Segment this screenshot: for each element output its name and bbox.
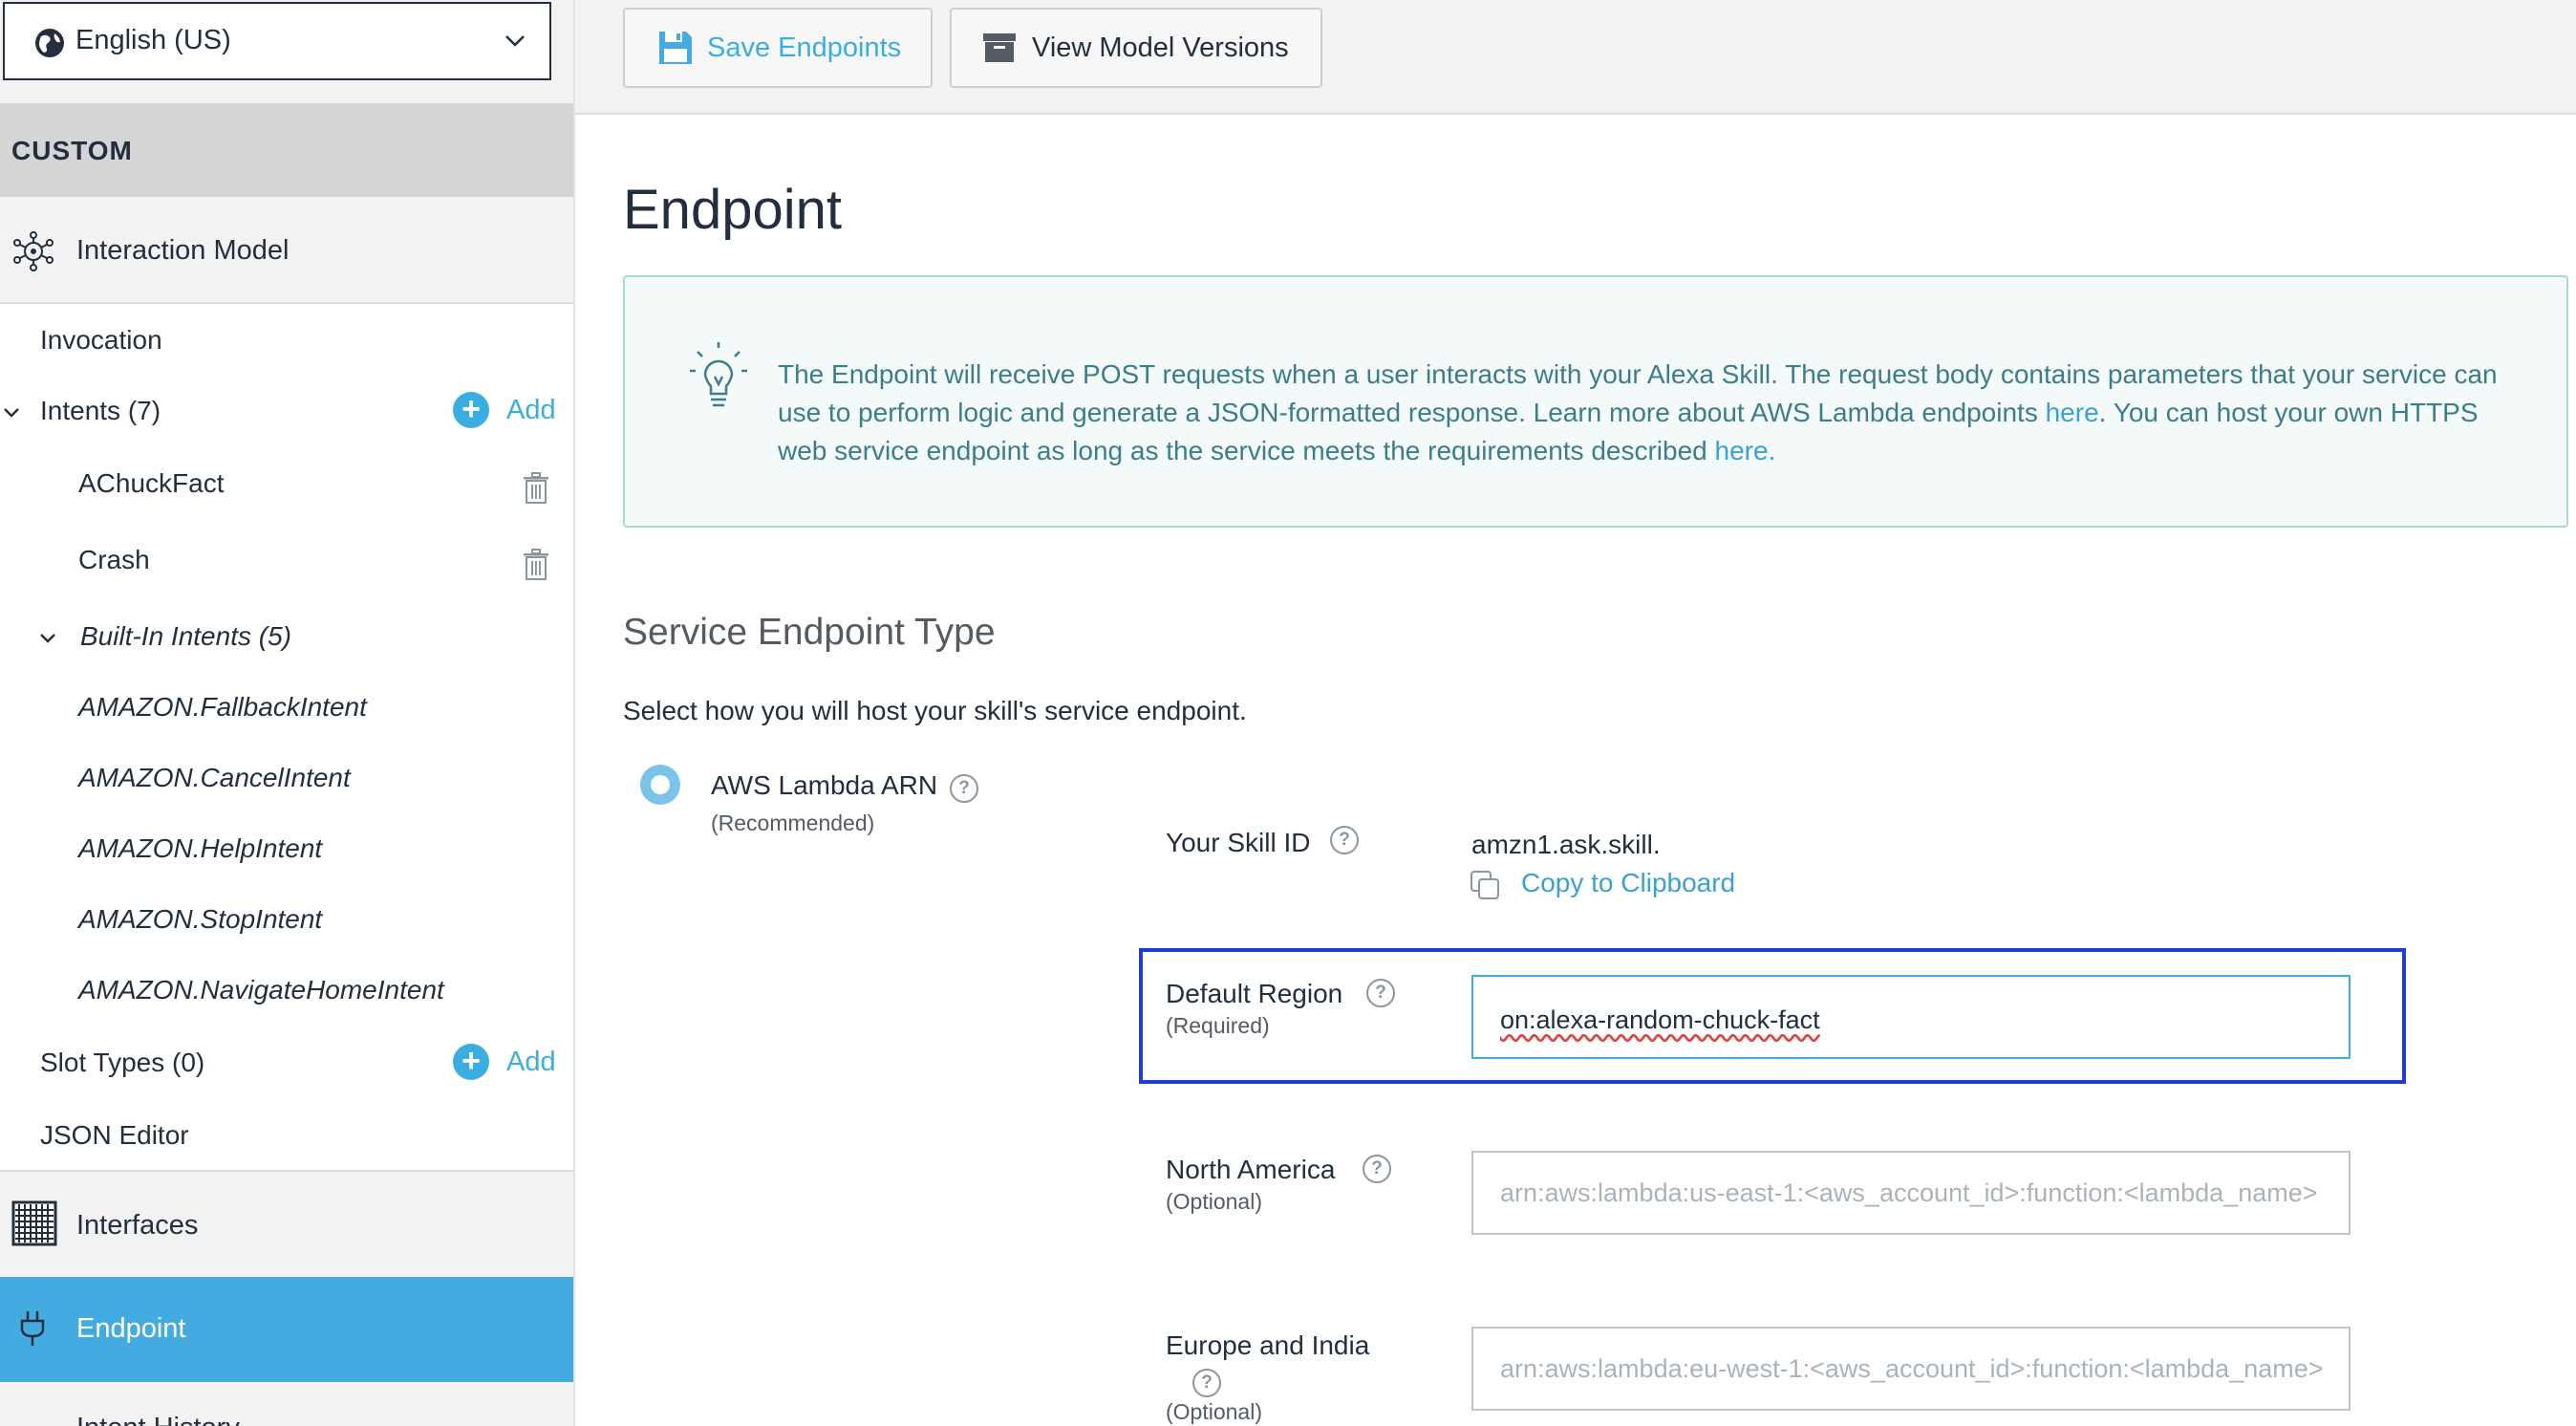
add-intent-label: Add	[506, 394, 556, 425]
add-intent-button[interactable]: + Add	[453, 392, 556, 428]
section-title: Service Endpoint Type	[623, 612, 996, 653]
sidebar-item-endpoint[interactable]: Endpoint	[0, 1277, 573, 1382]
lambda-arn-sublabel: (Recommended)	[711, 810, 875, 835]
language-select[interactable]: English (US)	[3, 2, 551, 80]
chevron-down-icon[interactable]	[2, 403, 21, 422]
archive-icon	[983, 33, 1016, 62]
save-endpoints-button[interactable]: Save Endpoints	[623, 8, 933, 88]
sidebar-item-intents[interactable]: Intents (7)	[40, 396, 161, 426]
help-icon[interactable]: ?	[1366, 979, 1395, 1007]
https-requirements-link[interactable]: here.	[1715, 436, 1776, 465]
sidebar-item-interfaces[interactable]: Interfaces	[0, 1170, 573, 1277]
sidebar-item-builtin-intent[interactable]: AMAZON.NavigateHomeIntent	[78, 975, 444, 1005]
chevron-down-icon	[505, 35, 525, 47]
help-icon[interactable]: ?	[1192, 1369, 1221, 1397]
add-slot-type-button[interactable]: + Add	[453, 1044, 556, 1080]
optional-label: (Optional)	[1166, 1189, 1262, 1214]
sidebar-item-builtin-intent[interactable]: AMAZON.StopIntent	[78, 904, 322, 935]
copy-to-clipboard-link[interactable]: Copy to Clipboard	[1521, 868, 1735, 898]
sidebar-item-builtin-intent[interactable]: AMAZON.HelpIntent	[78, 833, 322, 864]
default-region-field[interactable]: on:alexa-random-chuck-fact	[1471, 975, 2351, 1059]
sidebar: English (US) CUSTOM Interaction Model In…	[0, 0, 575, 1426]
section-header-label: CUSTOM	[11, 136, 133, 165]
language-label: English (US)	[75, 25, 231, 55]
sidebar-item-builtin-intents[interactable]: Built-In Intents (5)	[80, 621, 291, 652]
view-model-versions-button[interactable]: View Model Versions	[950, 8, 1322, 88]
plug-icon	[20, 1311, 45, 1346]
europe-india-label: Europe and India	[1166, 1330, 1370, 1360]
lightbulb-icon	[690, 342, 747, 407]
default-region-value: on:alexa-random-chuck-fact	[1500, 1005, 1820, 1034]
help-icon[interactable]: ?	[1363, 1155, 1391, 1183]
skill-id-label: Your Skill ID	[1166, 828, 1311, 857]
interfaces-label: Interfaces	[76, 1210, 199, 1241]
endpoint-label: Endpoint	[76, 1313, 186, 1344]
north-america-label: North America	[1166, 1155, 1336, 1184]
copy-icon[interactable]	[1470, 870, 1502, 902]
sidebar-item-slot-types[interactable]: Slot Types (0)	[40, 1048, 204, 1078]
interaction-model-submenu: Invocation Intents (7) + Add AChuckFact …	[0, 304, 573, 1170]
sidebar-item-builtin-intent[interactable]: AMAZON.FallbackIntent	[78, 692, 367, 723]
save-icon	[659, 32, 692, 64]
sidebar-item-intent[interactable]: AChuckFact	[78, 468, 225, 499]
intent-history-label: Intent History	[76, 1413, 240, 1426]
trash-icon[interactable]	[523, 472, 549, 505]
trash-icon[interactable]	[523, 549, 549, 581]
interaction-model-label: Interaction Model	[76, 235, 290, 266]
plus-icon: +	[453, 1044, 489, 1080]
page-title: Endpoint	[623, 179, 842, 241]
sidebar-item-intent-history[interactable]: Intent History	[0, 1384, 573, 1426]
optional-label: (Optional)	[1166, 1399, 1262, 1424]
save-endpoints-label: Save Endpoints	[707, 32, 902, 63]
globe-icon	[35, 29, 64, 57]
help-icon[interactable]: ?	[1330, 826, 1359, 854]
sidebar-item-intent[interactable]: Crash	[78, 545, 150, 575]
chevron-down-icon[interactable]	[38, 629, 57, 648]
lambda-arn-label: AWS Lambda ARN	[711, 770, 938, 800]
sidebar-item-builtin-intent[interactable]: AMAZON.CancelIntent	[78, 763, 351, 793]
skill-id-value: amzn1.ask.skill.	[1471, 830, 1661, 859]
default-region-label: Default Region	[1166, 979, 1343, 1008]
interfaces-grid-icon	[11, 1200, 57, 1246]
top-toolbar: Save Endpoints View Model Versions	[575, 0, 2576, 115]
view-model-versions-label: View Model Versions	[1032, 32, 1289, 63]
required-label: (Required)	[1166, 1013, 1270, 1038]
add-slot-type-label: Add	[506, 1046, 556, 1077]
help-icon[interactable]: ?	[950, 774, 978, 803]
plus-icon: +	[453, 392, 489, 428]
section-header-custom: CUSTOM	[0, 103, 573, 197]
north-america-field[interactable]	[1471, 1151, 2351, 1235]
lambda-docs-link[interactable]: here	[2046, 398, 2099, 427]
europe-india-input[interactable]	[1473, 1329, 2349, 1409]
north-america-input[interactable]	[1473, 1153, 2349, 1233]
sidebar-item-json-editor[interactable]: JSON Editor	[40, 1120, 189, 1151]
sidebar-item-interaction-model[interactable]: Interaction Model	[0, 197, 573, 304]
interaction-model-icon	[13, 231, 54, 271]
info-alert: The Endpoint will receive POST requests …	[623, 275, 2568, 528]
lambda-arn-radio[interactable]	[640, 765, 680, 805]
section-description: Select how you will host your skill's se…	[623, 696, 1247, 725]
info-text: The Endpoint will receive POST requests …	[778, 356, 2517, 470]
europe-india-field[interactable]	[1471, 1327, 2351, 1411]
sidebar-item-invocation[interactable]: Invocation	[40, 325, 162, 356]
